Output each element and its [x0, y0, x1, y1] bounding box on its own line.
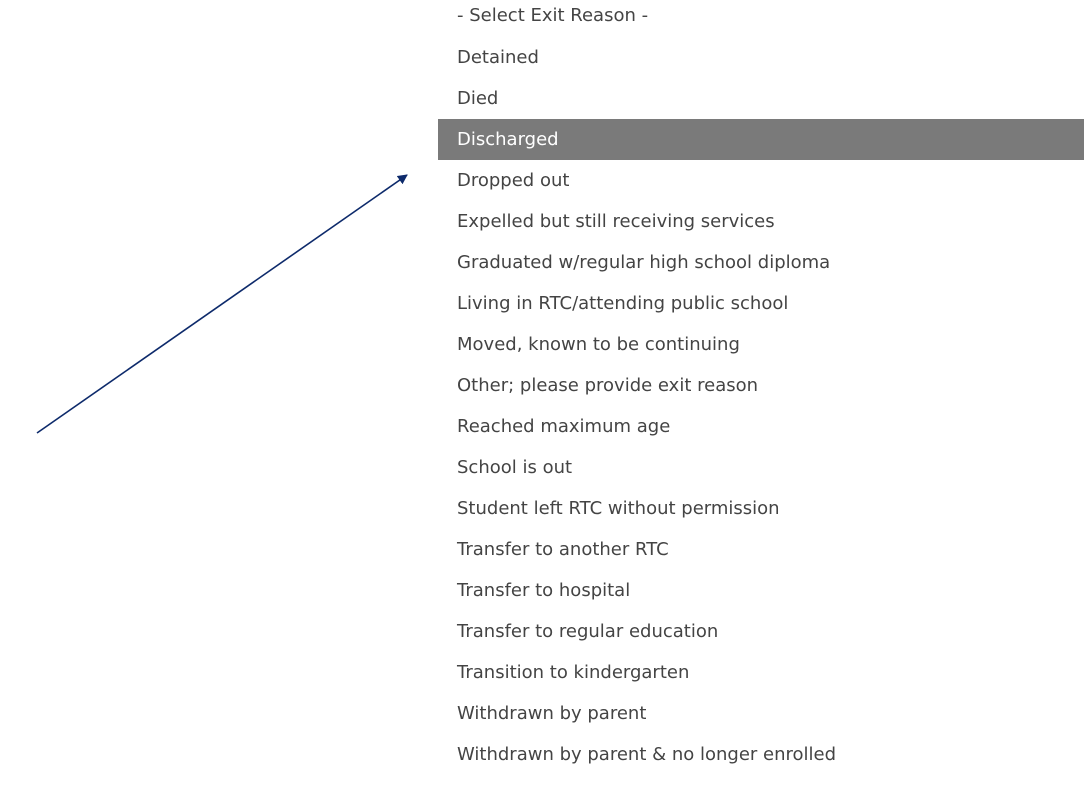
- option-reached-max-age[interactable]: Reached maximum age: [438, 406, 1084, 447]
- option-transfer-hospital[interactable]: Transfer to hospital: [438, 570, 1084, 611]
- option-school-is-out[interactable]: School is out: [438, 447, 1084, 488]
- option-transfer-another-rtc[interactable]: Transfer to another RTC: [438, 529, 1084, 570]
- option-discharged[interactable]: Discharged: [438, 119, 1084, 160]
- option-graduated[interactable]: Graduated w/regular high school diploma: [438, 242, 1084, 283]
- option-other[interactable]: Other; please provide exit reason: [438, 365, 1084, 406]
- option-withdrawn-by-parent[interactable]: Withdrawn by parent: [438, 693, 1084, 734]
- option-withdrawn-no-longer-enrolled[interactable]: Withdrawn by parent & no longer enrolled: [438, 734, 1084, 775]
- option-died[interactable]: Died: [438, 78, 1084, 119]
- option-moved-continuing[interactable]: Moved, known to be continuing: [438, 324, 1084, 365]
- option-left-rtc[interactable]: Student left RTC without permission: [438, 488, 1084, 529]
- option-expelled[interactable]: Expelled but still receiving services: [438, 201, 1084, 242]
- option-detained[interactable]: Detained: [438, 37, 1084, 78]
- annotation-arrow-line: [36, 174, 408, 434]
- screenshot-canvas: - Select Exit Reason - Detained Died Dis…: [0, 0, 1084, 809]
- option-transfer-regular-education[interactable]: Transfer to regular education: [438, 611, 1084, 652]
- option-select-exit-reason[interactable]: - Select Exit Reason -: [438, 0, 1084, 37]
- option-transition-kindergarten[interactable]: Transition to kindergarten: [438, 652, 1084, 693]
- option-living-in-rtc[interactable]: Living in RTC/attending public school: [438, 283, 1084, 324]
- option-dropped-out[interactable]: Dropped out: [438, 160, 1084, 201]
- exit-reason-dropdown-list[interactable]: - Select Exit Reason - Detained Died Dis…: [438, 0, 1084, 775]
